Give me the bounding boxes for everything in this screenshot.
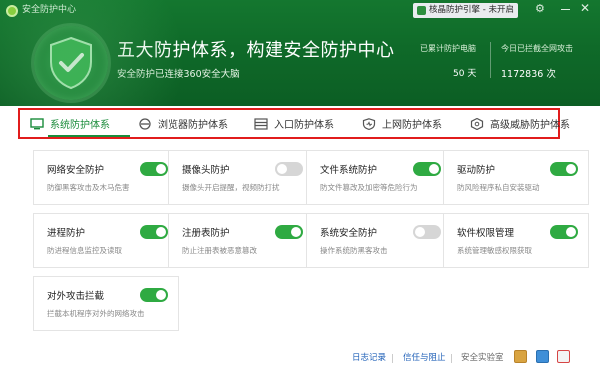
app-logo-icon (6, 5, 18, 17)
protected-days-value: 50 天 (453, 69, 477, 79)
engine-status-button[interactable]: 核晶防护引擎 - 未开启 (413, 3, 518, 18)
network-protection-toggle[interactable] (140, 162, 168, 176)
card-title: 网络安全防护 (47, 165, 105, 176)
trust-block-link[interactable]: 信任与阻止 (403, 351, 446, 365)
camera-protection-toggle[interactable] (275, 162, 303, 176)
log-record-link[interactable]: 日志记录 (352, 351, 386, 365)
card-description: 操作系统防黑客攻击 (320, 246, 388, 255)
card-title: 软件权限管理 (457, 228, 515, 239)
tab-entrance[interactable]: 入口防护体系 (254, 110, 334, 137)
tab-internet[interactable]: 上网防护体系 (362, 110, 442, 137)
tab-system[interactable]: 系统防护体系 (30, 110, 110, 137)
shield-check-icon (50, 36, 92, 90)
stats-divider (490, 42, 491, 78)
footer-divider (451, 354, 452, 363)
card-description: 摄像头开启提醒，视频防打扰 (182, 183, 280, 192)
registry-protection-toggle[interactable] (275, 225, 303, 239)
security-app-icon[interactable] (536, 350, 549, 363)
minimize-icon[interactable] (561, 9, 570, 10)
engine-label: 核晶防护引擎 - 未开启 (429, 5, 514, 15)
card-driver-protection: 驱动防护 防风险程序私自安装驱动 (443, 150, 589, 205)
card-title: 摄像头防护 (182, 165, 230, 176)
driver-protection-toggle[interactable] (550, 162, 578, 176)
protected-days-label: 已累计防护电脑 (420, 44, 476, 53)
protection-tabs: 系统防护体系 浏览器防护体系 入口防护体系 上网防护体系 高级威胁防护体系 (18, 108, 570, 139)
card-registry-protection: 注册表防护 防止注册表被恶意篡改 (168, 213, 314, 268)
card-software-permission: 软件权限管理 系统管理敏感权限获取 (443, 213, 589, 268)
first-aid-icon[interactable] (557, 350, 570, 363)
entrance-icon (254, 117, 268, 130)
tab-label: 入口防护体系 (274, 120, 334, 131)
blocked-attacks-value: 1172836 次 (501, 69, 556, 80)
card-title: 对外攻击拦截 (47, 291, 105, 302)
card-network-protection: 网络安全防护 防御黑客攻击及木马危害 (33, 150, 179, 205)
card-camera-protection: 摄像头防护 摄像头开启提醒，视频防打扰 (168, 150, 314, 205)
tab-browser[interactable]: 浏览器防护体系 (138, 110, 228, 137)
card-description: 拦截本机程序对外的网络攻击 (47, 309, 145, 318)
tab-label: 浏览器防护体系 (158, 120, 228, 131)
card-outbound-attack-block: 对外攻击拦截 拦截本机程序对外的网络攻击 (33, 276, 179, 331)
system-security-protection-toggle[interactable] (413, 225, 441, 239)
card-title: 注册表防护 (182, 228, 230, 239)
card-title: 文件系统防护 (320, 165, 378, 176)
outbound-attack-block-toggle[interactable] (140, 288, 168, 302)
gear-icon[interactable]: ⚙ (535, 2, 545, 16)
card-description: 防风险程序私自安装驱动 (457, 183, 540, 192)
file-system-protection-toggle[interactable] (413, 162, 441, 176)
active-tab-indicator (48, 135, 130, 137)
card-process-protection: 进程防护 防进程信息监控及读取 (33, 213, 179, 268)
process-protection-toggle[interactable] (140, 225, 168, 239)
software-permission-toggle[interactable] (550, 225, 578, 239)
security-lab-label: 安全实验室 (461, 353, 504, 363)
footer-divider (392, 354, 393, 363)
security-center-window: 安全防护中心 核晶防护引擎 - 未开启 ⚙ ✕ 五大防护体系，构建安全防护中心 … (0, 0, 600, 378)
browser-icon (139, 117, 151, 130)
toolbox-icon[interactable] (514, 350, 527, 363)
title-bar: 安全防护中心 核晶防护引擎 - 未开启 ⚙ ✕ (0, 0, 600, 22)
hexagon-icon (470, 117, 484, 130)
connection-status: 安全防护已连接360安全大脑 (117, 69, 240, 80)
card-description: 防止注册表被恶意篡改 (182, 246, 257, 255)
engine-icon (417, 6, 426, 15)
shield-emblem (34, 26, 108, 100)
monitor-icon (30, 117, 44, 129)
card-title: 系统安全防护 (320, 228, 378, 239)
app-title: 安全防护中心 (22, 5, 77, 15)
card-title: 驱动防护 (457, 165, 496, 176)
card-description: 系统管理敏感权限获取 (457, 246, 532, 255)
close-icon[interactable]: ✕ (580, 1, 590, 15)
tab-advanced-threat[interactable]: 高级威胁防护体系 (470, 110, 570, 137)
tab-label: 高级威胁防护体系 (490, 120, 570, 131)
blocked-attacks-label: 今日已拦截全网攻击 (501, 44, 573, 53)
card-system-security-protection: 系统安全防护 操作系统防黑客攻击 (306, 213, 452, 268)
card-file-system-protection: 文件系统防护 防文件篡改及加密等危险行为 (306, 150, 452, 205)
header-banner: 安全防护中心 核晶防护引擎 - 未开启 ⚙ ✕ 五大防护体系，构建安全防护中心 … (0, 0, 600, 106)
shield-heart-icon (362, 117, 376, 130)
card-description: 防御黑客攻击及木马危害 (47, 183, 130, 192)
tab-label: 系统防护体系 (50, 120, 110, 131)
page-headline: 五大防护体系，构建安全防护中心 (117, 40, 395, 61)
card-description: 防文件篡改及加密等危险行为 (320, 183, 418, 192)
card-title: 进程防护 (47, 228, 86, 239)
tab-label: 上网防护体系 (382, 120, 442, 131)
card-description: 防进程信息监控及读取 (47, 246, 122, 255)
